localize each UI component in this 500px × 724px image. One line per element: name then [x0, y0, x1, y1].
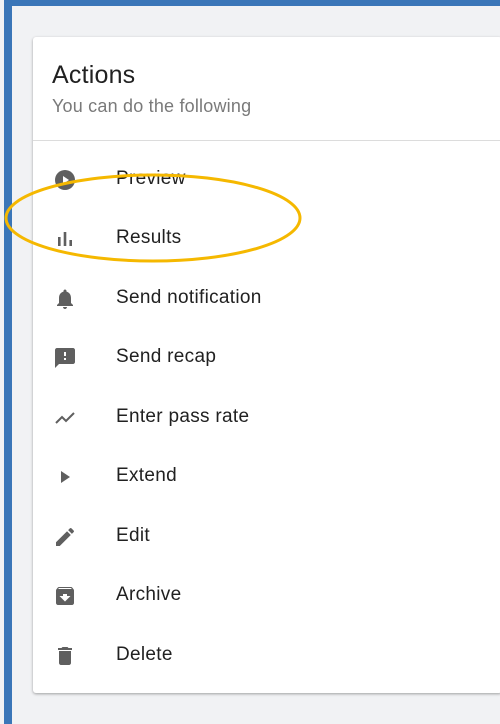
actions-card: Actions You can do the following Preview… — [33, 37, 500, 693]
trending-icon — [53, 406, 77, 430]
menu-item-extend[interactable]: Extend — [33, 447, 500, 507]
menu-item-label: Results — [116, 227, 182, 249]
pencil-icon — [53, 525, 77, 549]
feedback-icon — [53, 346, 77, 370]
menu-item-results[interactable]: Results — [33, 209, 500, 269]
card-header: Actions You can do the following — [33, 37, 500, 141]
menu-item-enter-pass-rate[interactable]: Enter pass rate — [33, 387, 500, 447]
bell-icon — [53, 287, 77, 311]
card-title: Actions — [52, 61, 136, 89]
menu-item-delete[interactable]: Delete — [33, 625, 500, 685]
menu-item-preview[interactable]: Preview — [33, 149, 500, 209]
bar-chart-icon — [53, 227, 77, 251]
menu-item-label: Enter pass rate — [116, 405, 250, 427]
menu-item-archive[interactable]: Archive — [33, 566, 500, 626]
menu-item-edit[interactable]: Edit — [33, 506, 500, 566]
play-circle-icon — [53, 168, 77, 192]
menu-item-label: Preview — [116, 167, 186, 189]
menu-item-label: Archive — [116, 584, 182, 606]
menu-item-label: Send notification — [116, 286, 262, 308]
menu-item-label: Edit — [116, 524, 150, 546]
menu-item-send-recap[interactable]: Send recap — [33, 328, 500, 388]
menu-item-label: Extend — [116, 465, 177, 487]
menu-item-label: Delete — [116, 643, 173, 665]
archive-icon — [53, 584, 77, 608]
card-subtitle: You can do the following — [52, 96, 252, 116]
actions-menu: Preview Results Send notification Send r… — [33, 149, 500, 685]
window-frame: Actions You can do the following Preview… — [4, 0, 500, 724]
trash-icon — [53, 644, 77, 668]
menu-item-send-notification[interactable]: Send notification — [33, 268, 500, 328]
menu-item-label: Send recap — [116, 346, 217, 368]
play-arrow-icon — [53, 465, 77, 489]
